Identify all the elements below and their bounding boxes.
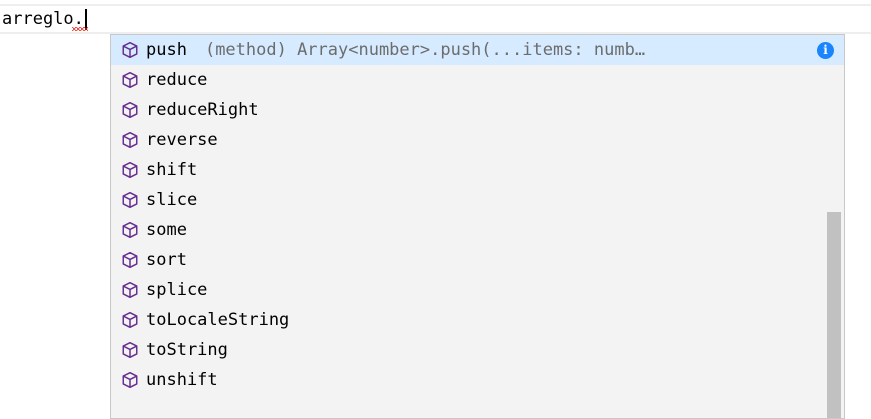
error-squiggle: .	[71, 6, 89, 32]
scrollbar-thumb[interactable]	[827, 212, 841, 418]
suggestion-item-tolocalestring[interactable]: toLocaleString	[111, 305, 844, 335]
suggestion-label: reduce	[146, 70, 208, 90]
suggestion-label: reverse	[146, 130, 218, 150]
suggestion-item-sort[interactable]: sort	[111, 245, 844, 275]
code-text-dot: .	[73, 9, 84, 29]
suggestion-item-tostring[interactable]: toString	[111, 335, 844, 365]
suggestion-item-splice[interactable]: splice	[111, 275, 844, 305]
suggestion-label: reduceRight	[146, 100, 259, 120]
suggestion-label: push	[146, 40, 187, 60]
suggestion-item-some[interactable]: some	[111, 215, 844, 245]
suggestion-item-slice[interactable]: slice	[111, 185, 844, 215]
method-cube-icon	[119, 129, 141, 151]
suggestion-label: some	[146, 220, 187, 240]
suggestion-label: toString	[146, 340, 228, 360]
suggestion-detail: (method) Array<number>.push(...items: nu…	[204, 40, 646, 60]
suggestion-label: unshift	[146, 370, 218, 390]
method-cube-icon	[119, 189, 141, 211]
current-line-highlight	[0, 4, 871, 34]
suggestion-label: slice	[146, 190, 198, 210]
suggestion-item-reduce[interactable]: reduce	[111, 65, 844, 95]
method-cube-icon	[119, 219, 141, 241]
suggestion-label: sort	[146, 250, 187, 270]
method-cube-icon	[119, 369, 141, 391]
suggestion-item-shift[interactable]: shift	[111, 155, 844, 185]
suggestion-label: toLocaleString	[146, 310, 290, 330]
method-cube-icon	[119, 69, 141, 91]
method-cube-icon	[119, 99, 141, 121]
method-cube-icon	[119, 279, 141, 301]
code-line[interactable]: arreglo.	[2, 6, 89, 32]
suggestion-item-push[interactable]: push (method) Array<number>.push(...items…	[111, 35, 844, 65]
suggestion-item-reverse[interactable]: reverse	[111, 125, 844, 155]
suggestion-scrollbar[interactable]	[825, 35, 844, 418]
method-cube-icon	[119, 249, 141, 271]
code-editor[interactable]: arreglo. push (method) Array<number>.push…	[0, 0, 871, 419]
method-cube-icon	[119, 159, 141, 181]
suggestion-item-reduceright[interactable]: reduceRight	[111, 95, 844, 125]
suggestion-item-unshift[interactable]: unshift	[111, 365, 844, 395]
suggestion-label: shift	[146, 160, 198, 180]
code-text-identifier: arreglo	[2, 9, 74, 29]
suggestion-label: splice	[146, 280, 208, 300]
method-cube-icon	[119, 39, 141, 61]
method-cube-icon	[119, 309, 141, 331]
suggest-widget[interactable]: push (method) Array<number>.push(...items…	[110, 34, 845, 419]
method-cube-icon	[119, 339, 141, 361]
